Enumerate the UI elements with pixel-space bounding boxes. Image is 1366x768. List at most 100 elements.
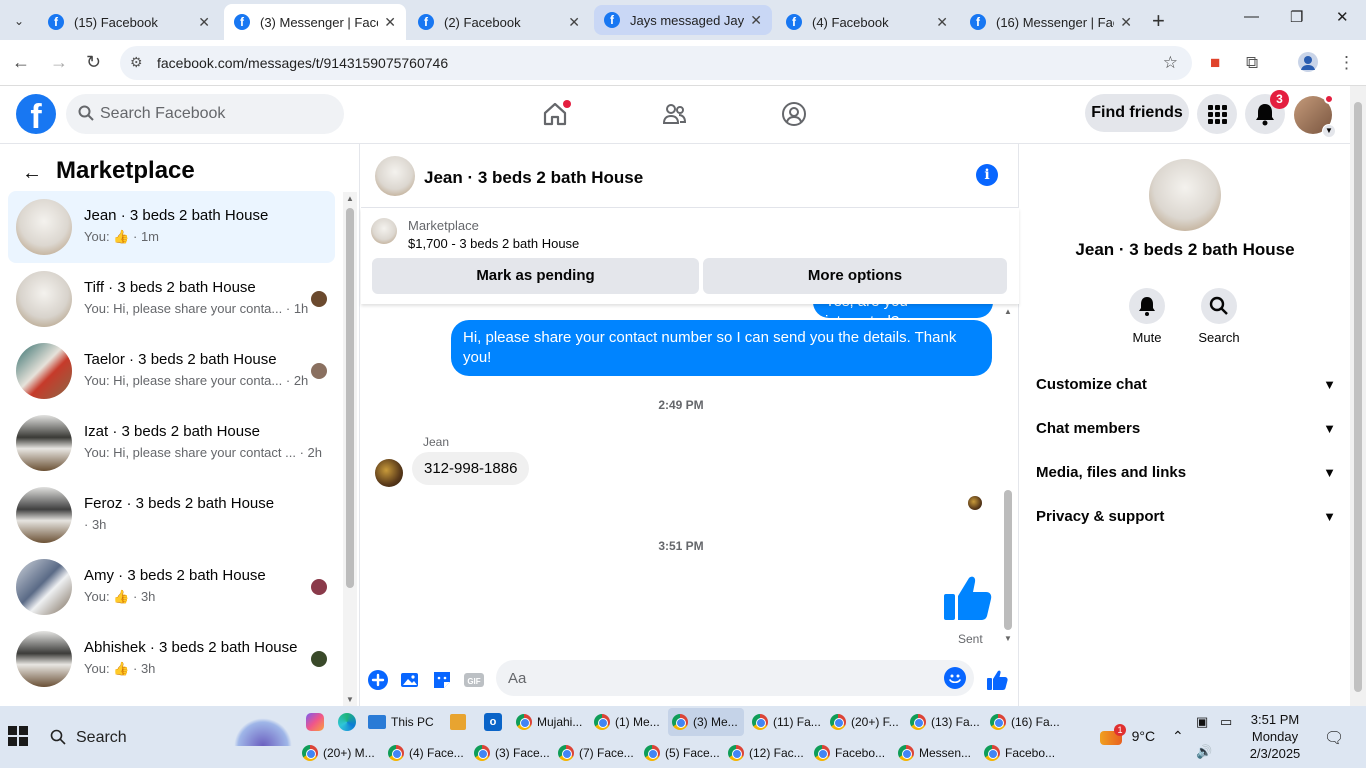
new-tab-plus-icon[interactable]: + [1152,8,1165,34]
chat-avatar[interactable] [375,156,415,196]
taskbar-clock[interactable]: 3:51 PM Monday 2/3/2025 [1240,711,1310,762]
url-text[interactable]: facebook.com/messages/t/9143159075760746 [157,55,448,71]
taskbar-window[interactable]: (12) Fac... [724,739,808,767]
search-in-chat-button[interactable]: Search [1189,288,1249,345]
scrollbar-thumb[interactable] [1354,102,1362,692]
outgoing-message[interactable]: Yes, are you interested? [813,304,993,318]
taskbar-window[interactable]: Facebo... [810,739,889,767]
close-tab-icon[interactable]: ✕ [936,14,948,31]
taskbar-window[interactable]: (4) Face... [384,739,468,767]
conversation-item[interactable]: Izat · 3 beds 2 bath House You: Hi, plea… [8,407,335,479]
weather-widget[interactable]: 1 9°C [1100,724,1155,745]
battery-icon[interactable]: ▭ [1220,714,1232,730]
outgoing-message[interactable]: Hi, please share your contact number so … [451,320,992,376]
message-input[interactable] [508,668,928,688]
address-bar[interactable]: ⚙ facebook.com/messages/t/91431590757607… [120,46,1192,80]
chevron-up-icon[interactable]: ⌃ [1172,728,1184,745]
friends-icon[interactable] [661,100,689,128]
mark-as-pending-button[interactable]: Mark as pending [372,258,699,294]
conversation-item[interactable]: Abhishek · 3 beds 2 bath House You: 👍 · … [8,623,335,695]
browser-tab-2[interactable]: f (3) Messenger | Faceb ✕ [224,4,406,40]
taskbar-window[interactable]: (13) Fa... [906,708,984,736]
browser-tab-3[interactable]: f (2) Facebook ✕ [408,4,590,40]
scrollbar-thumb[interactable] [1004,490,1012,630]
forward-arrow-icon[interactable]: → [50,52,68,73]
plus-circle-icon[interactable] [366,668,390,692]
menu-grid-button[interactable] [1197,94,1237,134]
taskbar-this-pc[interactable]: This PC [364,708,438,736]
privacy-support-section[interactable]: Privacy & support ▼ [1036,499,1336,535]
conversation-item[interactable]: Feroz · 3 beds 2 bath House · 3h [8,479,335,551]
taskbar-window-active[interactable]: (3) Me... [668,708,744,736]
profile-icon[interactable] [1298,52,1318,72]
taskbar-window[interactable]: Messen... [894,739,975,767]
copilot-icon[interactable] [302,708,328,736]
conversation-item[interactable]: Taelor · 3 beds 2 bath House You: Hi, pl… [8,335,335,407]
close-tab-icon[interactable]: ✕ [750,12,762,29]
minimize-icon[interactable]: — [1244,8,1259,25]
extensions-puzzle-icon[interactable]: ⧉ [1246,53,1258,73]
message-input-box[interactable] [496,660,974,696]
conversation-item[interactable]: Jean · 3 beds 2 bath House You: 👍 · 1m [8,191,335,263]
outlook-icon[interactable]: o [480,708,506,736]
edge-icon[interactable] [334,708,360,736]
conversation-item[interactable]: Amy · 3 beds 2 bath House You: 👍 · 3h [8,551,335,623]
conversation-list-scrollbar[interactable]: ▲ ▼ [343,192,357,706]
taskbar-window[interactable]: Mujahi... [512,708,586,736]
taskbar-window[interactable]: Facebo... [980,739,1059,767]
taskbar-search[interactable]: Search [38,712,292,762]
info-icon[interactable]: i [976,164,998,186]
listing-price-title[interactable]: $1,700 - 3 beds 2 bath House [408,236,579,251]
reload-icon[interactable]: ↻ [86,52,101,73]
account-avatar[interactable]: ▼ [1294,94,1336,138]
bookmark-star-icon[interactable]: ☆ [1163,53,1178,73]
close-tab-icon[interactable]: ✕ [384,14,396,31]
screen-share-icon[interactable]: ▣ [1196,714,1208,730]
taskbar-window[interactable]: (3) Face... [470,739,554,767]
find-friends-button[interactable]: Find friends [1085,94,1189,132]
scroll-up-icon[interactable]: ▲ [346,194,354,203]
notification-center-icon[interactable]: 🗨 [1324,728,1344,748]
back-arrow-icon[interactable]: ← [12,52,30,73]
sender-avatar[interactable] [375,459,403,487]
calendar-icon[interactable] [446,708,470,736]
browser-tab-1[interactable]: f (15) Facebook ✕ [38,4,220,40]
taskbar-window[interactable]: (20+) M... [298,739,379,767]
media-files-links-section[interactable]: Media, files and links ▼ [1036,455,1336,491]
incoming-message[interactable]: 312-998-1886 [412,452,530,485]
browser-tab-6[interactable]: f (16) Messenger | Face ✕ [960,4,1142,40]
facebook-search-box[interactable]: Search Facebook [66,94,344,134]
browser-tab-5[interactable]: f (4) Facebook ✕ [776,4,958,40]
taskbar-window[interactable]: (11) Fa... [748,708,825,736]
back-arrow-icon[interactable]: ← [22,162,42,185]
taskbar-window[interactable]: (7) Face... [554,739,638,767]
browser-tab-4[interactable]: f Jays messaged Jays - ✕ [594,5,772,35]
conversation-item[interactable]: Tiff · 3 beds 2 bath House You: Hi, plea… [8,263,335,335]
customize-chat-section[interactable]: Customize chat ▼ [1036,367,1336,403]
like-thumb-icon[interactable] [941,572,993,624]
close-tab-icon[interactable]: ✕ [1120,14,1132,31]
sticker-icon[interactable] [430,668,454,692]
scrollbar-thumb[interactable] [346,208,354,588]
profile-avatar[interactable] [1149,159,1221,231]
taskbar-window[interactable]: (20+) F... [826,708,903,736]
gif-icon[interactable]: GIF [462,668,486,692]
send-like-icon[interactable] [985,668,1009,692]
site-info-icon[interactable]: ⚙ [130,54,143,71]
close-window-icon[interactable]: ✕ [1336,8,1349,26]
listing-thumbnail[interactable] [371,218,397,244]
facebook-logo-icon[interactable]: f [16,94,56,134]
tab-search-chevron-icon[interactable]: ⌄ [8,10,30,32]
photo-icon[interactable] [398,668,422,692]
taskbar-window[interactable]: (5) Face... [640,739,724,767]
taskbar-window[interactable]: (16) Fa... [986,708,1064,736]
emoji-icon[interactable] [944,667,966,689]
restore-icon[interactable]: ❐ [1290,8,1303,26]
message-scrollbar[interactable]: ▲ ▼ [1001,304,1015,644]
mute-button[interactable]: Mute [1117,288,1177,345]
close-tab-icon[interactable]: ✕ [198,14,210,31]
chat-title[interactable]: Jean · 3 beds 2 bath House [424,168,643,188]
scroll-down-icon[interactable]: ▼ [346,695,354,704]
browser-menu-icon[interactable]: ⋮ [1338,53,1355,73]
extension-icon[interactable]: ■ [1210,53,1220,73]
